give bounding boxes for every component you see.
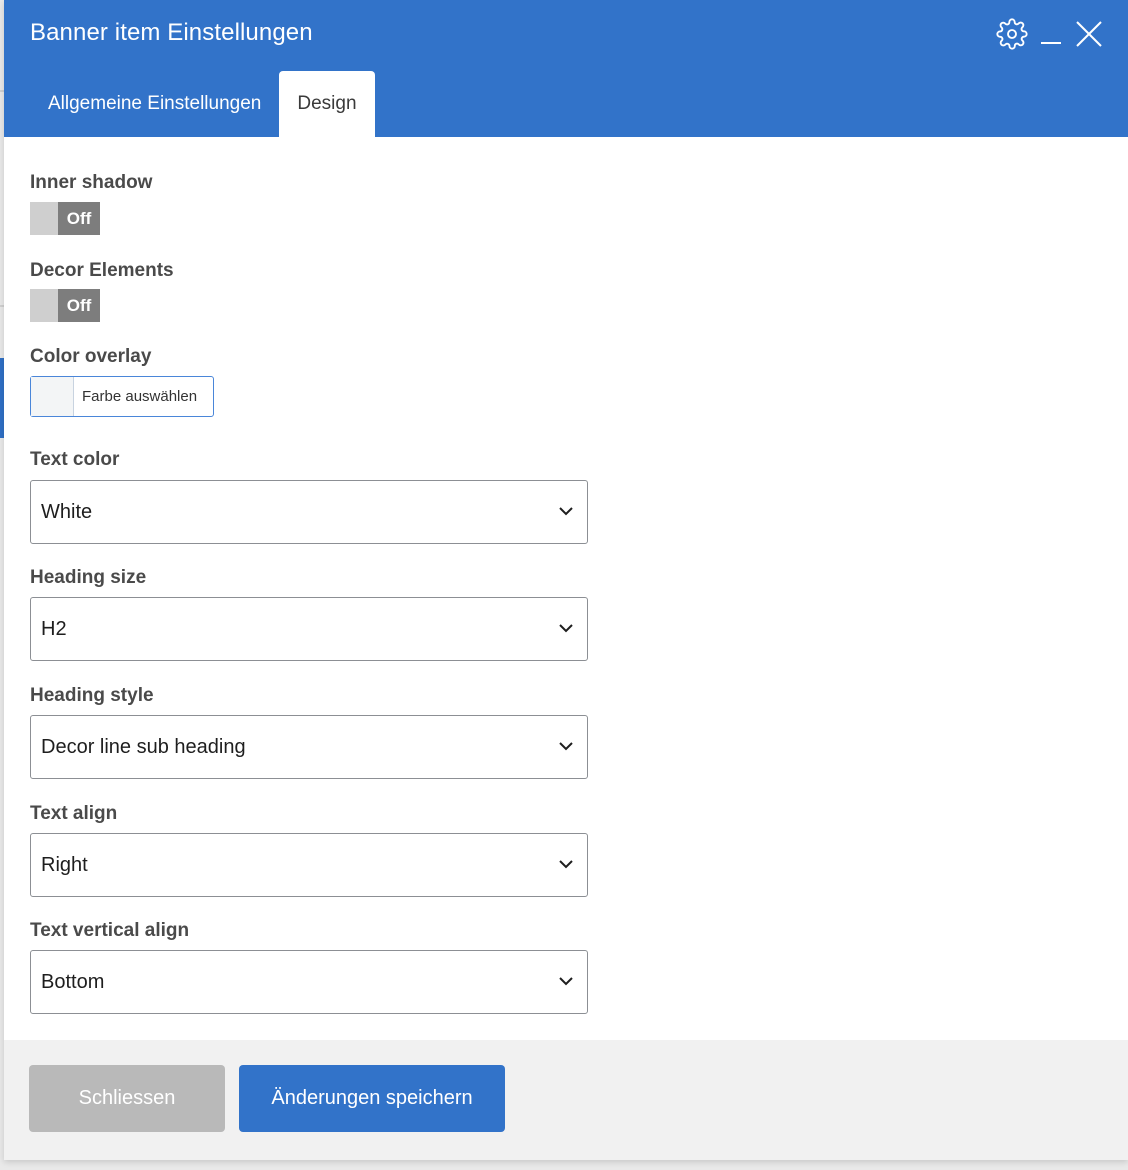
color-picker-button[interactable]: Farbe auswählen bbox=[30, 376, 214, 417]
chevron-down-icon bbox=[559, 624, 573, 633]
text-color-value: White bbox=[41, 501, 93, 523]
inner-shadow-toggle[interactable]: Off bbox=[30, 202, 100, 235]
minimize-icon[interactable] bbox=[1038, 18, 1064, 50]
close-icon[interactable] bbox=[1074, 19, 1104, 49]
text-align-select[interactable]: Right bbox=[30, 833, 588, 897]
heading-size-label: Heading size bbox=[30, 567, 147, 588]
toggle-knob bbox=[30, 289, 58, 322]
text-color-select[interactable]: White bbox=[30, 480, 588, 544]
dialog-title: Banner item Einstellungen bbox=[30, 19, 313, 46]
inner-shadow-label: Inner shadow bbox=[30, 172, 153, 193]
heading-size-select[interactable]: H2 bbox=[30, 597, 588, 661]
settings-dialog: Banner item Einstellungen Allgemeine Ein… bbox=[4, 0, 1128, 1160]
dialog-header: Banner item Einstellungen Allgemeine Ein… bbox=[4, 0, 1128, 137]
tab-design[interactable]: Design bbox=[279, 71, 375, 137]
decor-elements-label: Decor Elements bbox=[30, 260, 174, 281]
save-changes-button[interactable]: Änderungen speichern bbox=[239, 1065, 505, 1132]
dialog-footer: Schliessen Änderungen speichern bbox=[4, 1040, 1128, 1160]
toggle-state-label: Off bbox=[58, 289, 100, 322]
tab-general-settings[interactable]: Allgemeine Einstellungen bbox=[30, 71, 279, 137]
heading-style-label: Heading style bbox=[30, 685, 154, 706]
heading-size-value: H2 bbox=[41, 618, 67, 640]
text-vertical-align-value: Bottom bbox=[41, 971, 105, 993]
heading-style-select[interactable]: Decor line sub heading bbox=[30, 715, 588, 779]
text-align-value: Right bbox=[41, 854, 88, 876]
tab-bar: Allgemeine Einstellungen Design bbox=[4, 71, 375, 137]
color-overlay-label: Color overlay bbox=[30, 346, 152, 367]
chevron-down-icon bbox=[559, 977, 573, 986]
chevron-down-icon bbox=[559, 742, 573, 751]
heading-style-value: Decor line sub heading bbox=[41, 736, 246, 758]
chevron-down-icon bbox=[559, 507, 573, 516]
color-swatch bbox=[31, 377, 74, 416]
text-align-label: Text align bbox=[30, 803, 118, 824]
text-vertical-align-select[interactable]: Bottom bbox=[30, 950, 588, 1014]
toggle-knob bbox=[30, 202, 58, 235]
header-icons bbox=[996, 18, 1104, 50]
text-vertical-align-label: Text vertical align bbox=[30, 920, 190, 941]
decor-elements-toggle[interactable]: Off bbox=[30, 289, 100, 322]
color-picker-label: Farbe auswählen bbox=[82, 388, 198, 405]
text-color-label: Text color bbox=[30, 449, 120, 470]
gear-icon[interactable] bbox=[996, 18, 1028, 50]
toggle-state-label: Off bbox=[58, 202, 100, 235]
chevron-down-icon bbox=[559, 860, 573, 869]
close-button[interactable]: Schliessen bbox=[29, 1065, 225, 1132]
